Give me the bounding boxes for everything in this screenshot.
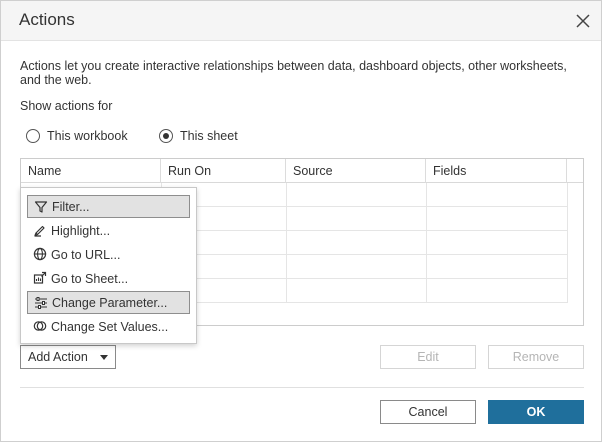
- footer-divider: [20, 387, 584, 388]
- actions-dialog: Actions Actions let you create interacti…: [0, 0, 602, 442]
- menu-item-label: Filter...: [52, 199, 90, 214]
- edit-button[interactable]: Edit: [380, 345, 476, 369]
- column-divider: [286, 183, 287, 303]
- radio-this-sheet[interactable]: This sheet: [159, 128, 238, 144]
- menu-item-label: Highlight...: [51, 223, 111, 238]
- dialog-title: Actions: [19, 10, 75, 29]
- radio-circle: [26, 129, 40, 143]
- show-actions-label: Show actions for: [20, 99, 113, 113]
- radio-this-workbook[interactable]: This workbook: [26, 128, 128, 144]
- ok-button[interactable]: OK: [488, 400, 584, 424]
- sheet-link-icon: [33, 271, 47, 284]
- add-action-button[interactable]: Add Action: [20, 345, 116, 369]
- menu-item-go-to-url[interactable]: Go to URL...: [27, 243, 190, 266]
- globe-icon: [33, 247, 47, 261]
- sliders-icon: [35, 297, 47, 309]
- close-icon[interactable]: [573, 11, 593, 31]
- menu-item-change-set-values[interactable]: Change Set Values...: [27, 315, 190, 338]
- table-header: Name Run On Source Fields: [21, 159, 583, 183]
- menu-item-go-to-sheet[interactable]: Go to Sheet...: [27, 267, 190, 290]
- radio-circle-selected: [159, 129, 173, 143]
- menu-item-filter[interactable]: Filter...: [27, 195, 190, 218]
- menu-item-label: Change Parameter...: [52, 295, 168, 310]
- set-values-icon: [33, 321, 47, 331]
- column-divider: [426, 183, 427, 303]
- cancel-button[interactable]: Cancel: [380, 400, 476, 424]
- column-header-fields[interactable]: Fields: [426, 159, 567, 183]
- column-header-run-on[interactable]: Run On: [161, 159, 286, 183]
- add-action-label: Add Action: [28, 350, 88, 364]
- remove-button[interactable]: Remove: [488, 345, 584, 369]
- column-divider: [567, 183, 568, 303]
- highlighter-icon: [34, 225, 45, 237]
- dialog-titlebar: Actions: [1, 1, 601, 41]
- filter-icon: [34, 201, 48, 213]
- column-header-name[interactable]: Name: [21, 159, 161, 183]
- column-header-source[interactable]: Source: [286, 159, 426, 183]
- caret-down-icon: [100, 355, 108, 360]
- menu-item-highlight[interactable]: Highlight...: [27, 219, 190, 242]
- menu-item-label: Go to URL...: [51, 247, 121, 262]
- radio-label: This workbook: [47, 129, 128, 143]
- add-action-menu: Filter... Highlight... Go to URL... Go t…: [20, 187, 197, 344]
- dialog-description: Actions let you create interactive relat…: [20, 59, 567, 87]
- radio-label: This sheet: [180, 129, 238, 143]
- menu-item-label: Change Set Values...: [51, 319, 169, 334]
- menu-item-label: Go to Sheet...: [51, 271, 129, 286]
- menu-item-change-parameter[interactable]: Change Parameter...: [27, 291, 190, 314]
